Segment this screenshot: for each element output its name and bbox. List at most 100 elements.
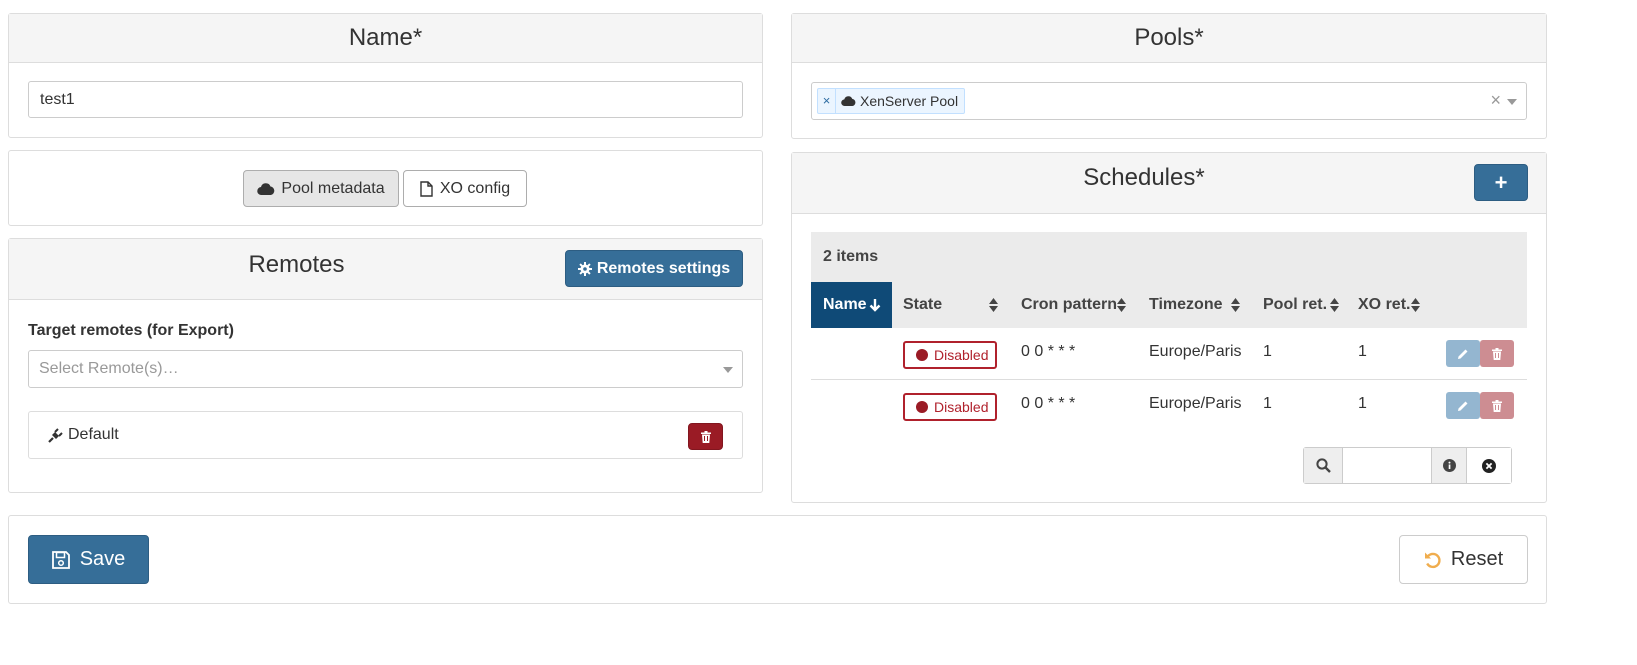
schedules-card-header: Schedules* + <box>792 153 1546 214</box>
schedules-card: Schedules* + 2 items Name State Cron pat… <box>791 152 1547 503</box>
plug-icon <box>47 426 65 444</box>
name-input[interactable]: test1 <box>28 81 743 118</box>
column-header-pool-ret-label: Pool ret. <box>1263 296 1328 313</box>
chevron-down-icon[interactable] <box>723 367 733 373</box>
add-schedule-button[interactable]: + <box>1474 164 1528 201</box>
column-header-timezone-label: Timezone <box>1149 296 1223 313</box>
reset-button[interactable]: Reset <box>1399 535 1528 584</box>
remotes-card: Remotes Remotes settings Target remotes … <box>8 238 763 493</box>
column-header-pool-ret[interactable]: Pool ret. <box>1263 282 1343 328</box>
column-header-state-label: State <box>903 296 943 313</box>
status-badge: Disabled <box>903 341 997 369</box>
xo-config-button[interactable]: XO config <box>403 170 527 207</box>
remotes-card-header: Remotes Remotes settings <box>9 239 762 300</box>
edit-schedule-button[interactable] <box>1446 392 1480 419</box>
pool-tag: × XenServer Pool <box>817 88 966 114</box>
search-icon <box>1315 458 1331 473</box>
pool-tag-remove-button[interactable]: × <box>818 89 836 113</box>
table-row: Disabled 0 0 * * * Europe/Paris 1 1 <box>811 328 1527 380</box>
arrow-down-icon <box>869 298 881 312</box>
pools-card: Pools* × XenServer Pool × <box>791 13 1547 139</box>
column-header-xo-ret[interactable]: XO ret. <box>1358 282 1428 328</box>
times-circle-icon <box>1482 458 1496 473</box>
remotes-settings-label: Remotes settings <box>596 259 731 277</box>
status-dot-icon <box>916 401 928 413</box>
remote-select[interactable]: Select Remote(s)… <box>28 350 743 388</box>
column-header-state[interactable]: State <box>903 282 999 328</box>
pool-metadata-button[interactable]: Pool metadata <box>243 170 399 207</box>
sort-icon <box>1231 298 1240 312</box>
cell-pool-ret: 1 <box>1263 395 1272 412</box>
filter-search-addon <box>1304 448 1343 483</box>
pencil-icon <box>1457 400 1469 412</box>
target-remotes-label: Target remotes (for Export) <box>28 322 234 339</box>
name-card: Name* test1 <box>8 13 763 138</box>
remote-select-placeholder: Select Remote(s)… <box>39 360 179 377</box>
filter-help-button[interactable] <box>1431 448 1467 483</box>
status-dot-icon <box>916 349 928 361</box>
pools-title: Pools* <box>1134 24 1204 51</box>
cell-xo-ret: 1 <box>1358 343 1367 360</box>
remote-item-label: Default <box>68 426 119 443</box>
status-badge-label: Disabled <box>934 399 989 415</box>
cell-timezone: Europe/Paris <box>1149 395 1242 412</box>
status-badge-label: Disabled <box>934 347 989 363</box>
clear-icon[interactable]: × <box>1490 90 1501 111</box>
cell-pool-ret: 1 <box>1263 343 1272 360</box>
sort-icon <box>989 298 998 312</box>
column-header-cron[interactable]: Cron pattern <box>1021 282 1131 328</box>
footer-card: Save Reset <box>8 515 1547 604</box>
remotes-title: Remotes <box>248 251 345 278</box>
save-label: Save <box>79 548 126 570</box>
table-row: Disabled 0 0 * * * Europe/Paris 1 1 <box>811 381 1527 433</box>
edit-schedule-button[interactable] <box>1446 340 1480 367</box>
gear-icon <box>577 261 592 276</box>
pools-select[interactable]: × XenServer Pool × <box>811 82 1527 120</box>
cell-xo-ret: 1 <box>1358 395 1367 412</box>
cloud-icon <box>257 182 275 196</box>
file-icon <box>420 180 433 197</box>
info-icon <box>1442 459 1456 472</box>
schedules-table: 2 items Name State Cron pattern Timezone… <box>811 232 1527 437</box>
floppy-disk-icon <box>51 550 70 569</box>
sort-icon <box>1330 298 1339 312</box>
name-title: Name* <box>348 24 423 51</box>
status-badge: Disabled <box>903 393 997 421</box>
delete-schedule-button[interactable] <box>1480 392 1514 419</box>
mode-card: Pool metadata XO config <box>8 150 763 226</box>
column-header-name-label: Name <box>823 296 867 313</box>
pool-tag-label: XenServer Pool <box>860 93 959 109</box>
trash-icon <box>1492 347 1502 360</box>
save-button[interactable]: Save <box>28 535 149 584</box>
remotes-settings-button[interactable]: Remotes settings <box>565 250 743 287</box>
delete-remote-button[interactable] <box>688 423 723 450</box>
column-header-timezone[interactable]: Timezone <box>1149 282 1244 328</box>
filter-input[interactable] <box>1343 448 1431 483</box>
column-header-cron-label: Cron pattern <box>1021 296 1117 313</box>
reset-label: Reset <box>1450 548 1504 570</box>
remote-list-item: Default <box>28 411 743 459</box>
plus-icon: + <box>1494 169 1508 195</box>
column-header-name[interactable]: Name <box>811 282 892 328</box>
cloud-icon <box>841 95 856 107</box>
sort-icon <box>1117 298 1126 312</box>
column-header-xo-ret-label: XO ret. <box>1358 296 1411 313</box>
name-card-header: Name* <box>9 14 762 63</box>
pencil-icon <box>1457 348 1469 360</box>
trash-icon <box>700 430 711 443</box>
table-filter <box>1303 447 1512 484</box>
trash-icon <box>1492 399 1502 412</box>
undo-icon <box>1424 551 1442 569</box>
items-count: 2 items <box>823 248 879 265</box>
xo-config-label: XO config <box>439 179 511 197</box>
filter-clear-button[interactable] <box>1467 448 1511 483</box>
pool-metadata-label: Pool metadata <box>281 179 385 197</box>
name-input-value: test1 <box>40 90 75 108</box>
cell-timezone: Europe/Paris <box>1149 343 1242 360</box>
schedules-title: Schedules* <box>1083 164 1205 191</box>
pools-card-header: Pools* <box>792 14 1546 63</box>
table-header-row: Name State Cron pattern Timezone Pool re… <box>811 282 1527 328</box>
chevron-down-icon[interactable] <box>1507 99 1517 105</box>
cell-cron: 0 0 * * * <box>1021 343 1076 360</box>
delete-schedule-button[interactable] <box>1480 340 1514 367</box>
